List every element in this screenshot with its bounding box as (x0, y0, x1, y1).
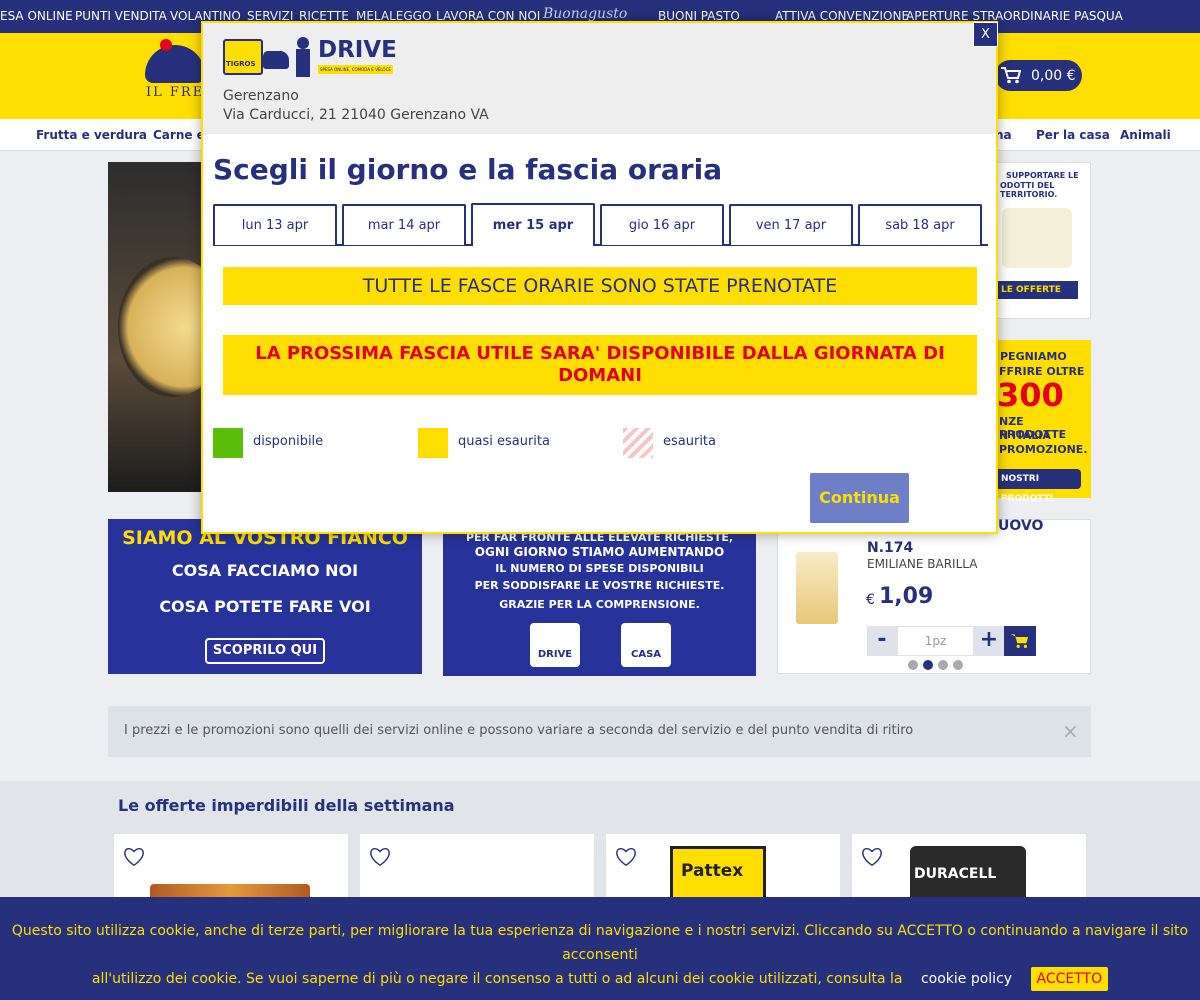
modal-heading: Scegli il giorno e la fascia oraria (213, 153, 723, 186)
rb2-number: 300 (997, 376, 1064, 414)
heart-icon[interactable] (615, 847, 637, 867)
cheese-image (1002, 208, 1072, 268)
topbar-link-spesa-online[interactable]: ESA ONLINE (0, 9, 73, 23)
rb2-line4: N ITALIA (999, 429, 1051, 442)
heart-icon[interactable] (861, 847, 883, 867)
siamo-line1: COSA FACCIAMO NOI (171, 561, 359, 580)
cookie-accept-button[interactable]: ACCETTO (1030, 967, 1109, 991)
day-tab-sab[interactable]: sab 18 apr (858, 204, 982, 245)
carousel-dot-active[interactable] (923, 660, 933, 670)
legend-available-swatch (213, 428, 243, 458)
tigros-logo-icon[interactable] (145, 45, 205, 83)
modal-header: TIGROS DRIVE SPESA ONLINE, COMODA E VELO… (203, 23, 996, 134)
cart-total: 0,00 € (1031, 68, 1076, 84)
right-banner-territorio[interactable]: SUPPORTARE LE ODOTTI DEL TERRITORIO. LE … (997, 162, 1091, 319)
carousel-dot[interactable] (908, 660, 918, 670)
drive-banner-line2: OGNI GIORNO STIAMO AUMENTANDO (474, 545, 725, 559)
casa-service-badge: CASA (621, 623, 671, 667)
rb2-products-button[interactable]: NOSTRI PRODOTTI (997, 469, 1081, 504)
drive-service-badge: DRIVE (530, 623, 580, 667)
day-tab-gio[interactable]: gio 16 apr (600, 204, 724, 245)
drive-banner-line5: GRAZIE PER LA COMPRENSIONE. (499, 598, 700, 611)
message-next-slot: LA PROSSIMA FASCIA UTILE SARA' DISPONIBI… (223, 335, 977, 395)
category-carne[interactable]: Carne e (153, 128, 205, 142)
cart-icon (1001, 67, 1021, 84)
hero-banner[interactable] (108, 162, 228, 492)
rb1-line1: SUPPORTARE LE (1006, 171, 1079, 180)
store-address: Via Carducci, 21 21040 Gerenzano VA (223, 107, 489, 123)
product-code: N.174 (867, 540, 914, 556)
topbar-link-buonagusto[interactable]: Buonagusto (543, 6, 627, 22)
legend-exhausted-label: esaurita (663, 434, 716, 449)
day-tab-lun[interactable]: lun 13 apr (213, 204, 337, 245)
logo-tagline: SPESA ONLINE, COMODA E VELOCE (318, 65, 393, 74)
qty-minus-button[interactable]: - (867, 626, 897, 656)
drive-banner-line4: PER SODDISFARE LE VOSTRE RICHIESTE. (474, 579, 725, 592)
person-icon (297, 37, 309, 49)
heart-icon[interactable] (369, 847, 391, 867)
banner-siamo-al-vostro-fianco[interactable]: SIAMO AL VOSTRO FIANCO COSA FACCIAMO NOI… (108, 519, 422, 674)
day-tab-mer-active[interactable]: mer 15 apr (471, 203, 595, 246)
tigros-logo-icon: TIGROS (223, 39, 263, 75)
message-all-booked: TUTTE LE FASCE ORARIE SONO STATE PRENOTA… (223, 267, 977, 305)
qty-plus-button[interactable]: + (974, 626, 1004, 656)
apple-icon (160, 39, 172, 51)
category-animali[interactable]: Animali (1120, 128, 1171, 142)
qty-input[interactable]: 1pz (897, 626, 974, 656)
cookie-policy-link[interactable]: cookie policy (921, 971, 1012, 987)
cart-button[interactable]: 0,00 € (995, 60, 1082, 91)
day-tab-ven[interactable]: ven 17 apr (729, 204, 853, 245)
cookie-banner: Questo sito utilizza cookie, anche di te… (0, 897, 1200, 1000)
continue-button[interactable]: Continua (810, 473, 909, 523)
add-to-cart-button[interactable] (1004, 626, 1036, 656)
carousel-dot[interactable] (938, 660, 948, 670)
store-name: Gerenzano (223, 88, 299, 104)
product-title-tail: UOVO (998, 518, 1044, 534)
rb1-offers-button[interactable]: LE OFFERTE (998, 281, 1078, 299)
rb2-line5: PROMOZIONE. (999, 443, 1088, 456)
heart-icon[interactable] (123, 847, 145, 867)
right-banner-eccellenze[interactable]: PEGNIAMO FFRIRE OLTRE 300 NZE PRODOTTE N… (997, 340, 1091, 504)
drive-banner-line3: IL NUMERO DI SPESE DISPONIBILI (495, 562, 704, 575)
rb2-line1: PEGNIAMO (1000, 350, 1067, 363)
day-tab-mar[interactable]: mar 14 apr (342, 204, 466, 245)
product-image[interactable] (796, 552, 838, 624)
rb1-line2: ODOTTI DEL TERRITORIO. (1000, 181, 1058, 199)
product-carousel-card: UOVO N.174 EMILIANE BARILLA € 1,09 - 1pz… (777, 518, 1091, 674)
drive-slot-modal: TIGROS DRIVE SPESA ONLINE, COMODA E VELO… (201, 21, 998, 534)
person-body (296, 49, 310, 77)
legend-almost-full-label: quasi esaurita (458, 434, 550, 449)
cookie-text-line1: Questo sito utilizza cookie, anche di te… (11, 923, 1189, 963)
product-price: 1,09 (879, 584, 934, 609)
category-per-la-casa[interactable]: Per la casa (1036, 128, 1110, 142)
cookie-text-line2: all'utilizzo dei cookie. Se vuoi saperne… (91, 971, 903, 987)
siamo-cta-button[interactable]: SCOPRILO QUI (205, 638, 325, 664)
cart-icon (1011, 634, 1029, 649)
car-icon (263, 51, 289, 69)
banner-drive-capacity[interactable]: PER FAR FRONTE ALLE ELEVATE RICHIESTE, O… (443, 519, 756, 676)
product-brand: Pattex (681, 861, 744, 881)
notice-close-icon[interactable]: × (1062, 719, 1079, 743)
modal-close-button[interactable]: X (973, 22, 998, 47)
product-currency: € (866, 592, 875, 608)
carousel-dot[interactable] (953, 660, 963, 670)
logo-service: DRIVE (318, 37, 397, 63)
siamo-line2: COSA POTETE FARE VOI (159, 597, 371, 616)
legend-exhausted-swatch (623, 428, 653, 458)
price-notice: I prezzi e le promozioni sono quelli dei… (108, 706, 1091, 757)
category-frutta-verdura[interactable]: Frutta e verdura (36, 128, 147, 142)
topbar-link-punti-vendita[interactable]: PUNTI VENDITA (75, 9, 167, 23)
tigros-drive-logo: TIGROS DRIVE SPESA ONLINE, COMODA E VELO… (223, 37, 397, 77)
logo-brand: TIGROS (226, 60, 256, 68)
notice-text: I prezzi e le promozioni sono quelli dei… (124, 723, 914, 738)
product-brand: DURACELL (914, 866, 997, 882)
section-title: Le offerte imperdibili della settimana (118, 796, 455, 815)
legend-almost-full-swatch (418, 428, 448, 458)
product-name: EMILIANE BARILLA (867, 557, 978, 571)
legend-available-label: disponibile (253, 434, 324, 449)
